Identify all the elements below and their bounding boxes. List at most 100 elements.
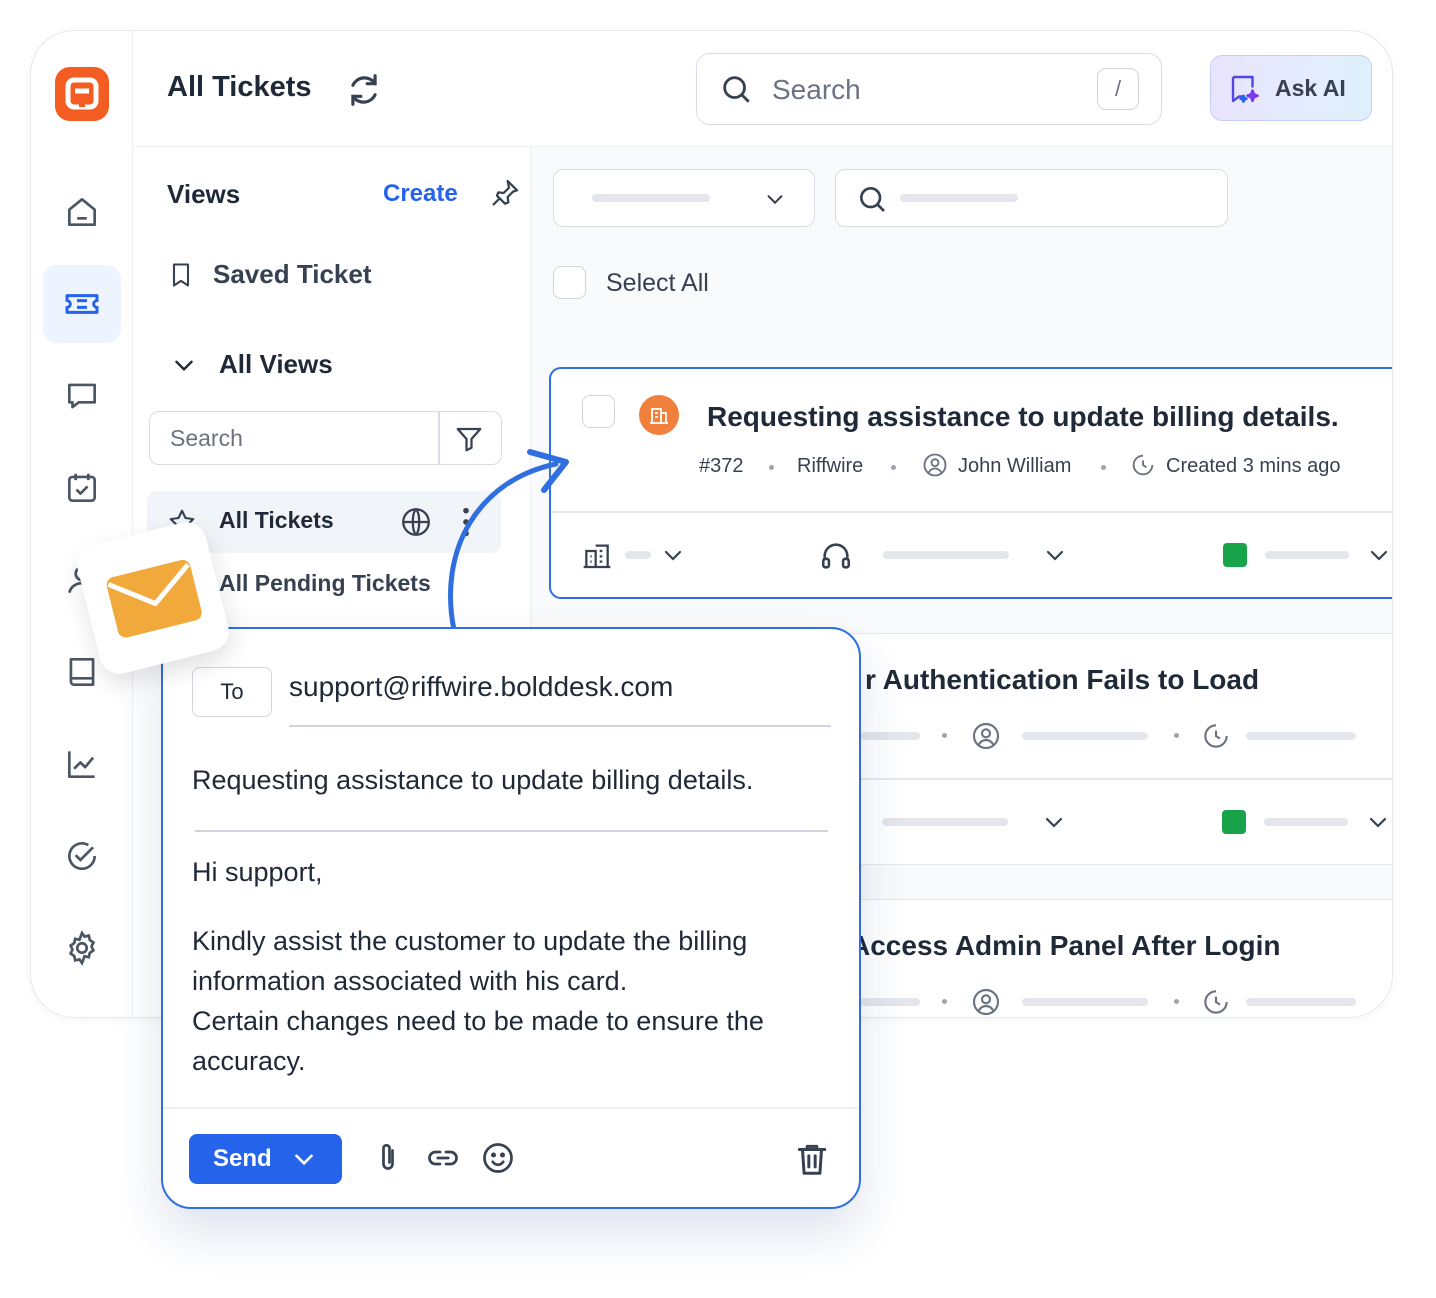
chevron-down-icon[interactable] <box>1043 543 1067 567</box>
to-field-label[interactable]: To <box>192 667 272 717</box>
left-rail <box>31 31 133 1017</box>
view-item-pending[interactable]: All Pending Tickets <box>219 570 431 597</box>
ticket-created: Created 3 mins ago <box>1166 455 1341 477</box>
search-icon <box>860 187 885 212</box>
card-divider <box>551 511 1392 513</box>
nav-home[interactable] <box>43 173 121 251</box>
ticket-title[interactable]: Access Admin Panel After Login <box>850 930 1280 962</box>
separator-dot <box>769 465 774 470</box>
ask-ai-button[interactable]: Ask AI <box>1210 55 1372 121</box>
chevron-down-icon[interactable] <box>661 543 685 567</box>
refresh-button[interactable] <box>345 71 383 114</box>
nav-tickets[interactable] <box>43 265 121 343</box>
ticket-company: Riffwire <box>797 455 864 477</box>
views-search-placeholder: Search <box>170 425 243 451</box>
create-view-link[interactable]: Create <box>383 180 458 208</box>
skeleton-bar <box>860 998 920 1006</box>
headset-icon <box>821 543 851 569</box>
nav-reports[interactable] <box>43 725 121 803</box>
book-icon <box>69 657 95 687</box>
send-label: Send <box>213 1145 272 1172</box>
send-button[interactable]: Send <box>189 1134 342 1184</box>
separator-dot <box>1101 465 1106 470</box>
separator-dot <box>1174 733 1179 738</box>
clock-icon <box>1132 454 1154 476</box>
user-circle-icon <box>972 988 1000 1016</box>
saved-ticket-item[interactable]: Saved Ticket <box>167 259 372 290</box>
message-body-line: Certain changes need to be made to ensur… <box>192 1006 764 1076</box>
refresh-icon <box>351 74 377 106</box>
user-circle-icon <box>972 722 1000 750</box>
views-heading: Views <box>167 179 241 209</box>
skeleton-bar <box>900 194 1018 202</box>
ticket-checkbox[interactable] <box>582 395 615 428</box>
ticket-id: #372 <box>699 455 744 477</box>
link-icon[interactable] <box>425 1140 461 1176</box>
separator-dot <box>891 465 896 470</box>
status-indicator <box>1223 543 1247 567</box>
global-search-input[interactable]: Search / <box>696 53 1162 125</box>
skeleton-bar <box>1022 998 1148 1006</box>
subject-field[interactable]: Requesting assistance to update billing … <box>192 765 753 796</box>
check-circle-icon <box>68 842 97 871</box>
skeleton-bar <box>883 551 1009 559</box>
organization-badge <box>639 395 679 435</box>
separator-dot <box>1174 999 1179 1004</box>
gear-icon <box>68 930 96 966</box>
skeleton-bar <box>625 551 651 559</box>
all-views-toggle[interactable]: All Views <box>171 349 333 380</box>
ticket-search-input[interactable] <box>835 169 1228 227</box>
globe-icon <box>402 508 430 536</box>
message-body[interactable]: Kindly assist the customer to update the… <box>192 921 842 1081</box>
filter-dropdown[interactable] <box>553 169 815 227</box>
chevron-down-icon <box>767 195 783 205</box>
pin-icon <box>492 179 519 206</box>
select-all-label: Select All <box>606 269 709 297</box>
building-icon <box>650 408 668 424</box>
emoji-icon[interactable] <box>480 1140 516 1176</box>
search-shortcut-key: / <box>1097 68 1139 110</box>
trash-icon[interactable] <box>793 1140 831 1178</box>
nav-settings[interactable] <box>43 909 121 987</box>
chevron-down-icon[interactable] <box>291 1146 317 1172</box>
pin-panel-button[interactable] <box>489 177 521 214</box>
select-all-checkbox[interactable] <box>553 266 586 299</box>
attachment-icon[interactable] <box>370 1140 406 1176</box>
ticket-card[interactable]: Requesting assistance to update billing … <box>549 367 1392 599</box>
brand-logo-icon[interactable] <box>55 67 109 121</box>
user-circle-icon <box>923 453 947 477</box>
ai-sparkle-icon <box>1231 75 1259 103</box>
all-views-label: All Views <box>219 349 333 379</box>
ticket-contact: John William <box>958 455 1072 477</box>
nav-approvals[interactable] <box>43 817 121 895</box>
message-greeting[interactable]: Hi support, <box>192 857 323 888</box>
skeleton-bar <box>1246 998 1356 1006</box>
page-title: All Tickets <box>167 71 312 103</box>
curved-arrow-graphic <box>448 449 569 633</box>
chevron-down-icon[interactable] <box>1367 543 1391 567</box>
message-body-line: Kindly assist the customer to update the… <box>192 926 748 996</box>
clock-icon <box>1204 724 1228 748</box>
nav-tasks[interactable] <box>43 449 121 527</box>
bookmark-icon <box>172 262 190 287</box>
chevron-down-icon[interactable] <box>1366 810 1390 834</box>
nav-chat[interactable] <box>43 357 121 435</box>
chevron-down-icon[interactable] <box>1042 810 1066 834</box>
subject-underline <box>195 830 828 832</box>
to-email-value[interactable]: support@riffwire.bolddesk.com <box>289 671 673 703</box>
saved-ticket-label: Saved Ticket <box>213 259 372 289</box>
ticket-title[interactable]: Requesting assistance to update billing … <box>707 401 1339 433</box>
ask-ai-label: Ask AI <box>1275 75 1346 101</box>
status-indicator <box>1222 810 1246 834</box>
skeleton-bar <box>1246 732 1356 740</box>
building-icon <box>583 544 611 569</box>
skeleton-bar <box>860 732 920 740</box>
skeleton-bar <box>592 194 710 202</box>
search-placeholder: Search <box>772 74 861 105</box>
top-header: All Tickets Search / Ask AI <box>133 31 1392 147</box>
footer-divider <box>163 1107 859 1109</box>
chevron-down-icon <box>175 360 193 371</box>
clock-icon <box>1204 990 1228 1014</box>
ticket-title[interactable]: r Authentication Fails to Load <box>865 664 1259 696</box>
separator-dot <box>942 999 947 1004</box>
